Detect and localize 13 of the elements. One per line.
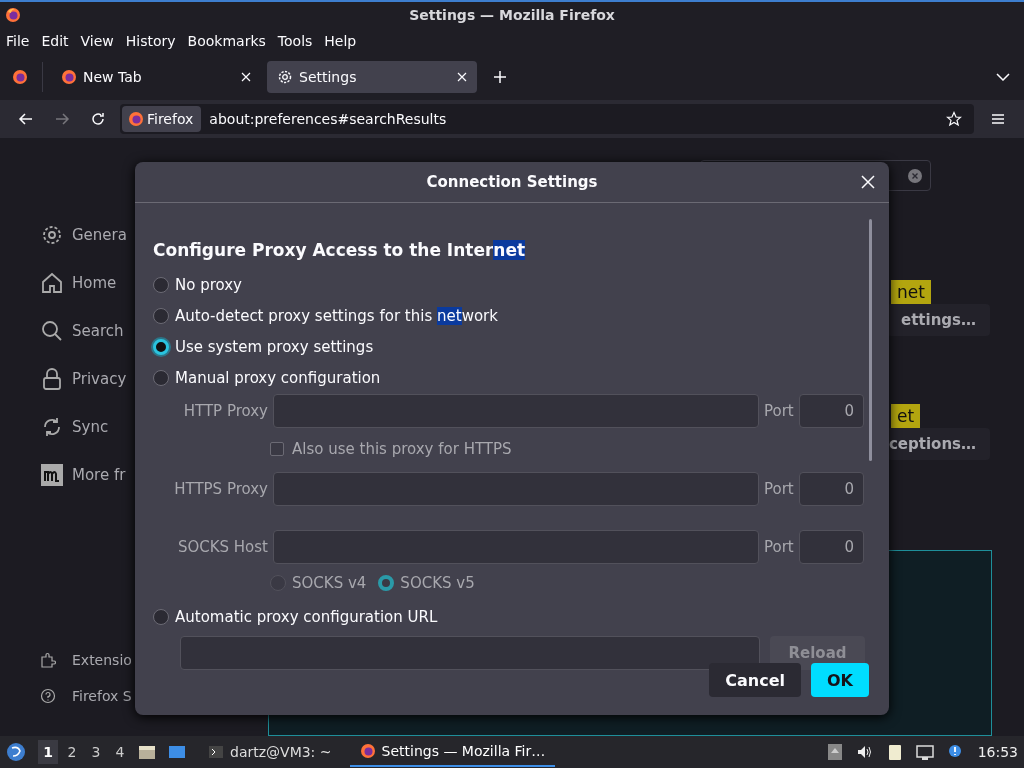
field-label: SOCKS Host bbox=[176, 538, 268, 556]
field-label: HTTPS Proxy bbox=[173, 480, 268, 498]
clock: 16:53 bbox=[977, 744, 1018, 760]
search-tooltip: net bbox=[891, 280, 931, 304]
dialog-title: Connection Settings bbox=[426, 173, 598, 191]
url-text: about:preferences#searchResults bbox=[209, 111, 448, 127]
port-label: Port bbox=[764, 402, 794, 420]
window-title: Settings — Mozilla Firefox bbox=[409, 7, 615, 23]
section-heading: Configure Proxy Access to the Internet bbox=[153, 239, 527, 261]
search-tooltip: et bbox=[891, 404, 921, 428]
port-label: Port bbox=[764, 538, 794, 556]
port-label: Port bbox=[764, 480, 794, 498]
field-label: HTTP Proxy bbox=[182, 402, 268, 420]
